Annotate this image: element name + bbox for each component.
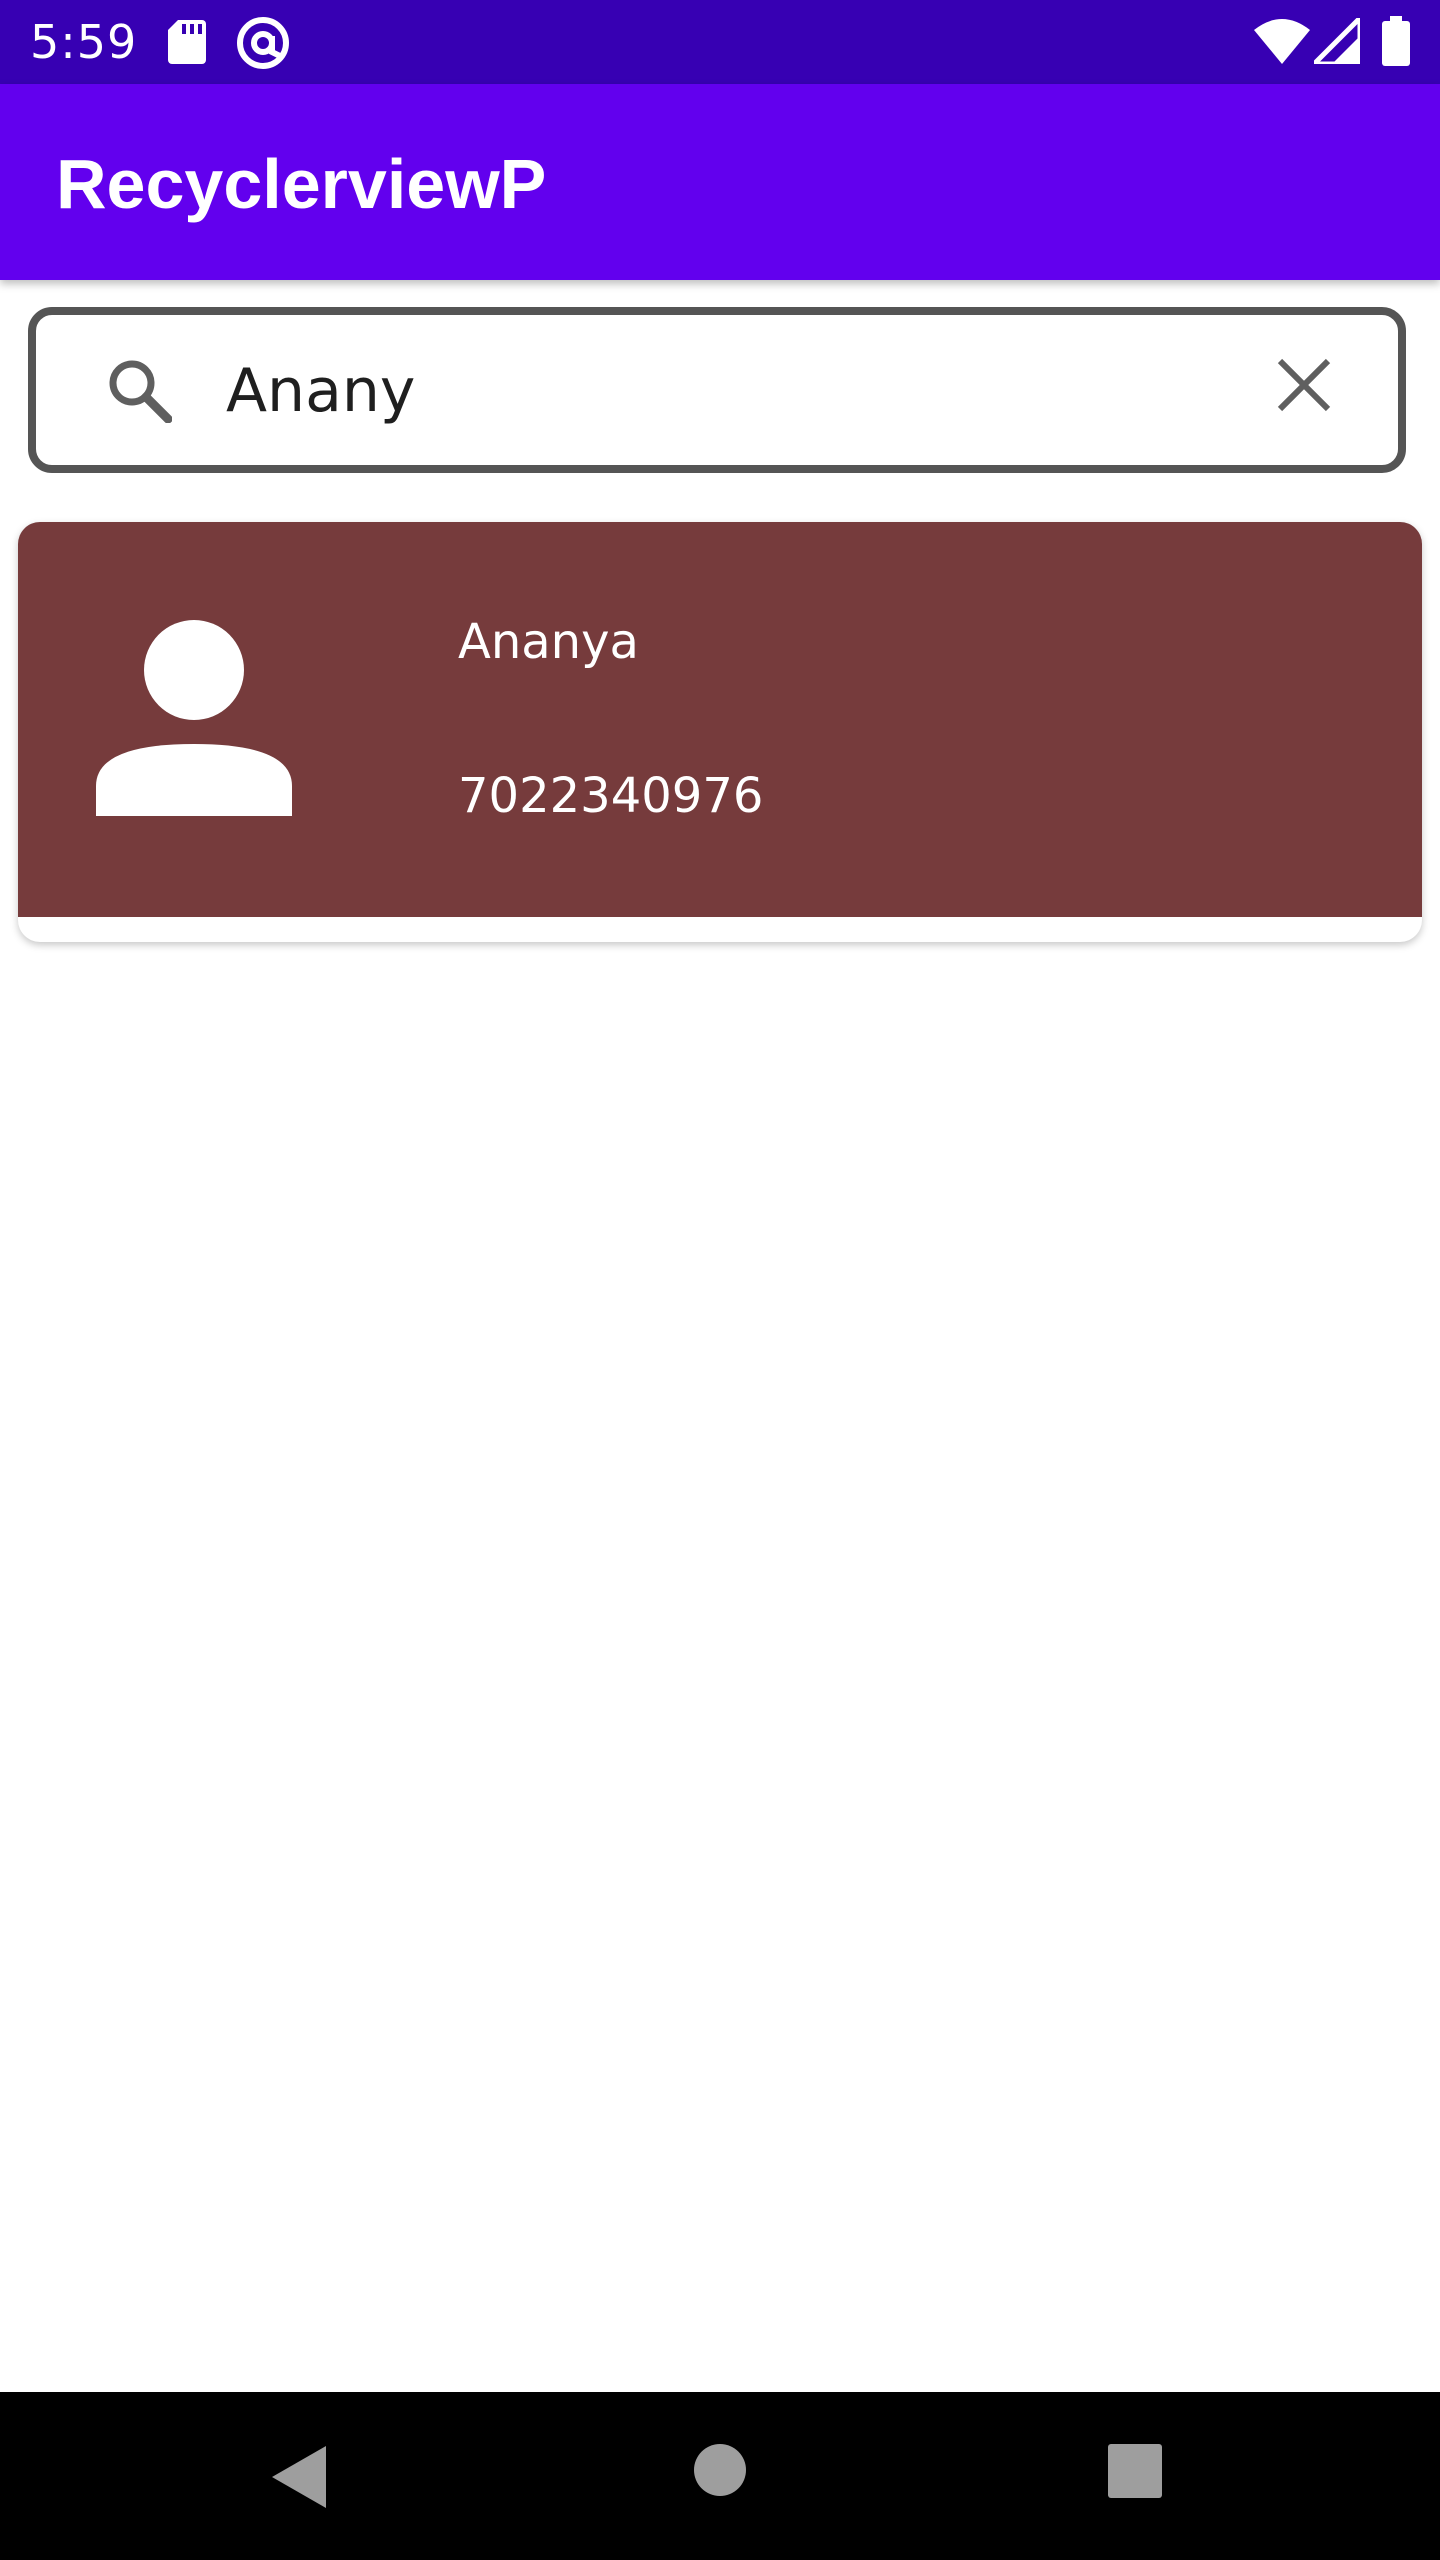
back-icon[interactable] (272, 2446, 326, 2508)
list-item[interactable]: Ananya 7022340976 (18, 522, 1422, 942)
status-bar: 5:59 (0, 0, 1440, 84)
wifi-icon (1254, 19, 1310, 64)
contact-name: Ananya (458, 614, 639, 670)
cellular-signal-icon (1314, 18, 1360, 64)
search-icon (109, 360, 172, 423)
person-icon (96, 620, 292, 816)
sd-card-icon (168, 20, 206, 64)
at-sign-icon (237, 17, 289, 69)
battery-icon (1382, 16, 1410, 66)
search-input[interactable] (226, 341, 1226, 441)
recents-icon[interactable] (1108, 2444, 1162, 2498)
search-box[interactable] (28, 307, 1406, 473)
contact-phone: 7022340976 (458, 768, 764, 824)
home-icon[interactable] (694, 2444, 746, 2496)
clear-icon[interactable] (1276, 357, 1332, 413)
status-time: 5:59 (30, 15, 138, 69)
app-bar: RecyclerviewP (0, 84, 1440, 280)
contact-card-body: Ananya 7022340976 (18, 522, 1422, 917)
navigation-bar (0, 2392, 1440, 2560)
app-title: RecyclerviewP (56, 145, 547, 223)
